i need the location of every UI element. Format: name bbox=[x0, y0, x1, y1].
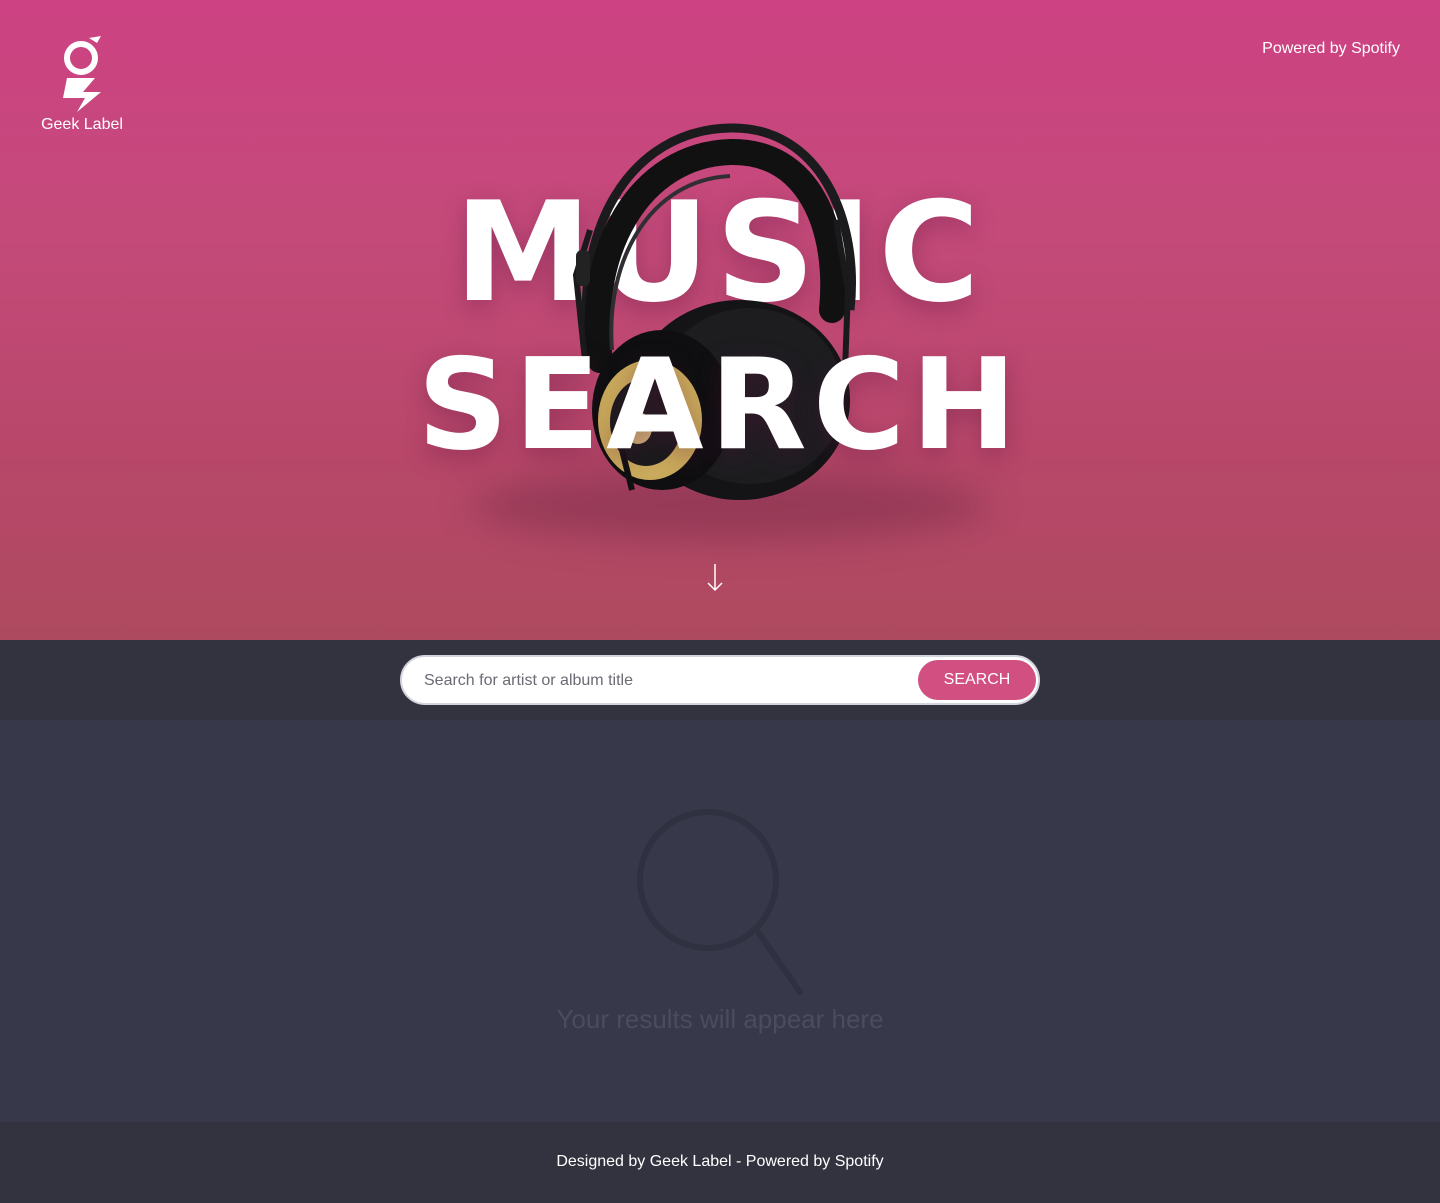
geek-label-logo-icon bbox=[63, 36, 101, 112]
search-bar: SEARCH bbox=[0, 640, 1440, 720]
brand-logo[interactable]: Geek Label bbox=[40, 34, 124, 134]
hero-title-search: SEARCH bbox=[417, 331, 1023, 478]
brand-name: Geek Label bbox=[41, 116, 123, 133]
search-input[interactable] bbox=[422, 657, 906, 705]
search-icon bbox=[637, 809, 803, 995]
search-box: SEARCH bbox=[400, 655, 1040, 705]
powered-by-spotify-link[interactable]: Powered by Spotify bbox=[1262, 40, 1400, 58]
footer-text: Designed by Geek Label - Powered by Spot… bbox=[556, 1153, 884, 1170]
results-section: Your results will appear here bbox=[0, 720, 1440, 1122]
search-button[interactable]: SEARCH bbox=[918, 660, 1036, 700]
results-empty-message: Your results will appear here bbox=[556, 1004, 884, 1034]
hero-section: Geek Label Powered by Spotify MUSIC SEAR… bbox=[0, 0, 1440, 640]
arrow-down-icon[interactable] bbox=[705, 562, 725, 594]
footer: Designed by Geek Label - Powered by Spot… bbox=[0, 1122, 1440, 1203]
